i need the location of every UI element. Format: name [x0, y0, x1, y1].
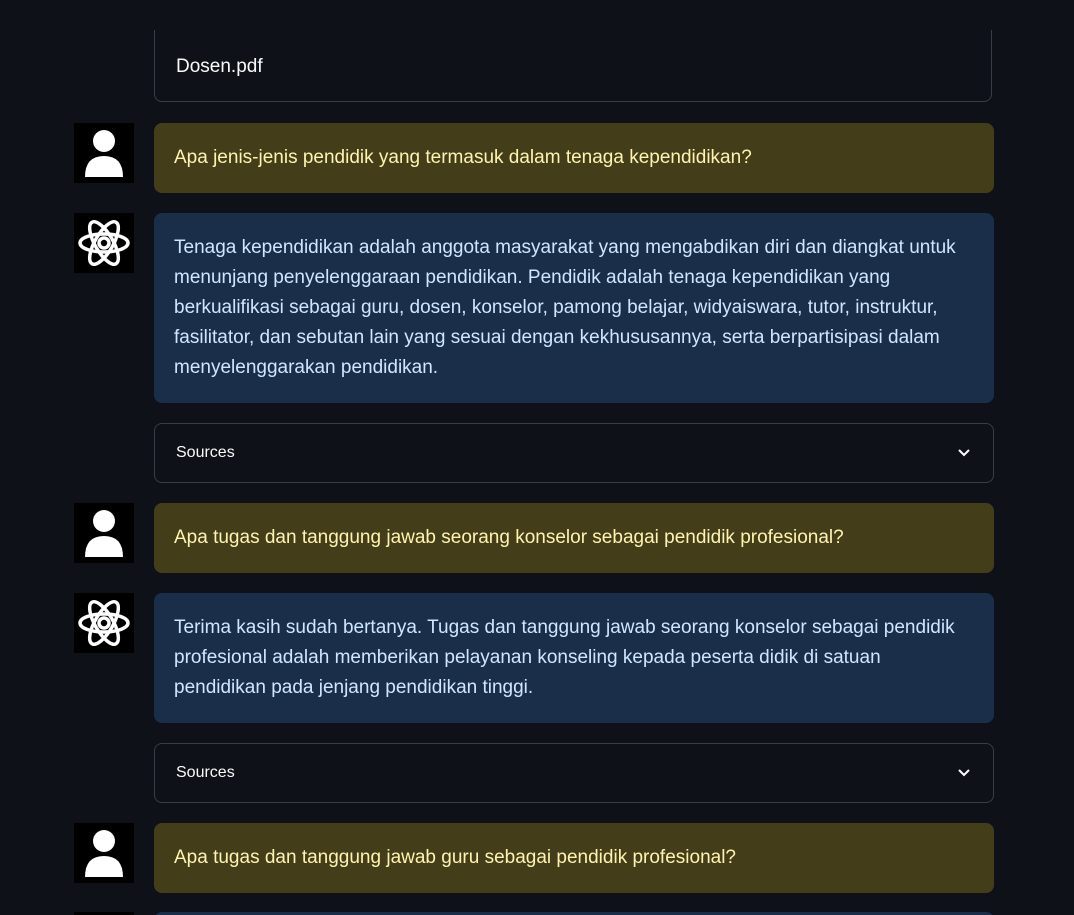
- atom-icon: [78, 219, 130, 267]
- assistant-avatar: [74, 213, 134, 273]
- assistant-message: Tenaga kependidikan adalah anggota masya…: [154, 213, 994, 403]
- message-text: Apa jenis-jenis pendidik yang termasuk d…: [174, 147, 752, 168]
- user-avatar: [74, 123, 134, 183]
- assistant-avatar: [74, 593, 134, 653]
- sources-expander[interactable]: Sources: [154, 423, 994, 483]
- chevron-down-icon: [958, 449, 970, 457]
- user-icon: [85, 510, 123, 557]
- user-avatar: [74, 823, 134, 883]
- user-avatar: [74, 503, 134, 563]
- expander-label: Sources: [176, 444, 235, 461]
- chevron-down-icon: [958, 769, 970, 777]
- user-message: Apa jenis-jenis pendidik yang termasuk d…: [154, 123, 994, 193]
- sources-expander[interactable]: Sources: [154, 743, 994, 803]
- user-message: Apa tugas dan tanggung jawab seorang kon…: [154, 503, 994, 573]
- atom-icon: [78, 599, 130, 647]
- expander-label: Sources: [176, 764, 235, 781]
- user-message: Apa tugas dan tanggung jawab guru sebaga…: [154, 823, 994, 893]
- chat-page: Dosen.pdf Apa jenis-jenis pendidik yang …: [0, 0, 1074, 915]
- assistant-message: Terima kasih sudah bertanya. Tugas dan t…: [154, 593, 994, 723]
- message-text: Terima kasih sudah bertanya. Tugas dan t…: [174, 617, 955, 698]
- message-text: Apa tugas dan tanggung jawab guru sebaga…: [174, 847, 736, 868]
- message-text: Tenaga kependidikan adalah anggota masya…: [174, 237, 956, 378]
- message-text: Apa tugas dan tanggung jawab seorang kon…: [174, 527, 844, 548]
- user-icon: [85, 130, 123, 177]
- source-filename: Dosen.pdf: [176, 56, 263, 77]
- user-icon: [85, 830, 123, 877]
- source-document-box: Dosen.pdf: [154, 30, 992, 102]
